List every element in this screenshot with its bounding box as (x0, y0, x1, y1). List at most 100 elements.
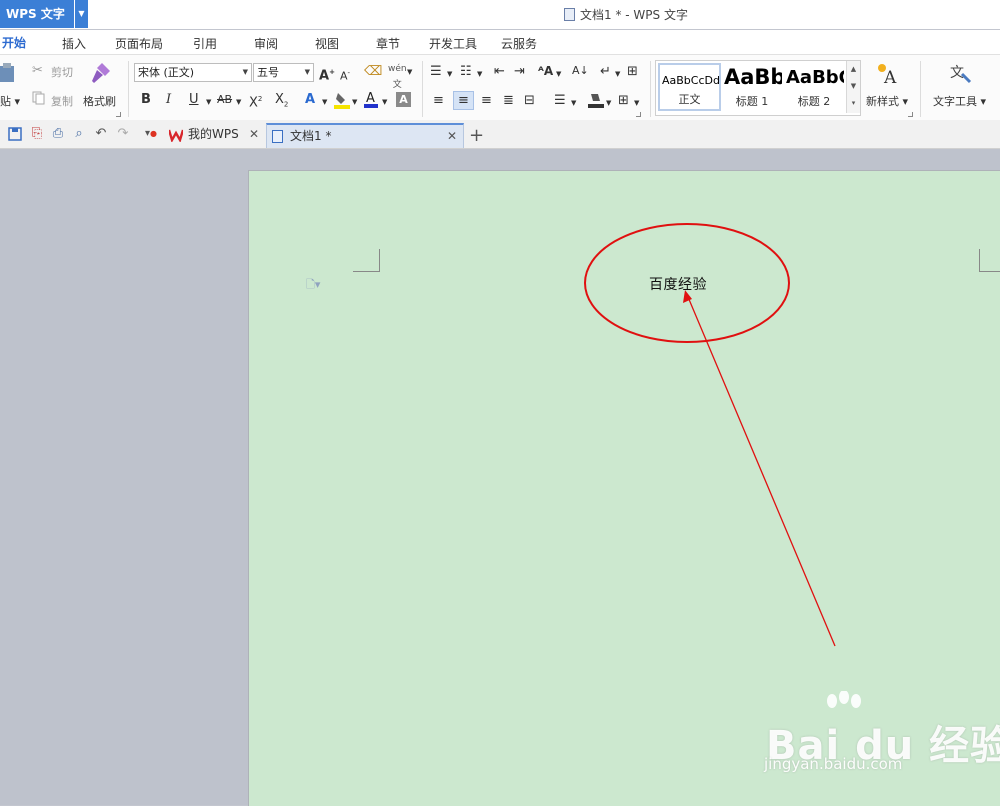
chevron-down-icon[interactable]: ▼ (322, 94, 327, 110)
shrink-font-icon[interactable]: A- (340, 65, 350, 85)
numbered-list-icon[interactable]: ☷ (460, 64, 472, 80)
customize-toolbar-icon[interactable]: ▾● (144, 127, 158, 141)
close-icon[interactable]: ✕ (249, 123, 259, 146)
scissors-icon: ✂ (32, 63, 43, 78)
tab-chapter[interactable]: 章节 (376, 35, 400, 52)
style-heading-2[interactable]: AaBbC 标题 2 (784, 63, 844, 111)
style-normal[interactable]: AaBbCcDd 正文 (658, 63, 721, 111)
copy-button[interactable]: 复制 (51, 93, 73, 109)
bullet-list-icon[interactable]: ☰ (430, 64, 442, 80)
redo-icon[interactable]: ↷ (116, 127, 130, 141)
justify-icon[interactable]: ≣ (503, 93, 514, 109)
app-menu-dropdown-icon[interactable]: ▼ (75, 0, 88, 28)
quick-access-toolbar: ⎘ ⎙ ⌕ ↶ ↷ ▾● 我的WPS ✕ 文档1 * ✕ (0, 120, 1000, 149)
clipboard-dialog-launcher[interactable] (116, 112, 121, 117)
paste-icon[interactable] (0, 63, 18, 83)
undo-icon[interactable]: ↶ (94, 127, 108, 141)
chevron-down-icon[interactable]: ▼ (352, 94, 357, 110)
subscript-icon[interactable]: X2 (275, 92, 288, 113)
font-family-select[interactable]: 宋体 (正文) ▼ (134, 63, 252, 82)
doc-tab-my-wps[interactable]: 我的WPS ✕ (164, 123, 265, 148)
chevron-down-icon[interactable]: ▼ (634, 95, 639, 111)
window-title: 文档1 * - WPS 文字 (564, 6, 688, 23)
align-right-icon[interactable]: ≡ (481, 93, 492, 109)
chevron-down-icon[interactable]: ▼ (447, 66, 452, 82)
chevron-down-icon[interactable]: ▼ (382, 94, 387, 110)
chevron-down-icon[interactable]: ▼ (606, 95, 611, 111)
change-case-icon[interactable]: ᴬA (538, 63, 553, 79)
close-icon[interactable]: ✕ (447, 125, 457, 148)
print-icon[interactable]: ⎙ (51, 127, 65, 141)
phonetic-guide-icon[interactable]: wén 文 (388, 61, 407, 93)
paste-button[interactable]: 贴 ▾ (0, 93, 20, 109)
chevron-down-icon[interactable]: ▼ (206, 94, 211, 110)
highlight-icon[interactable] (334, 91, 350, 109)
strikethrough-icon[interactable]: AB (217, 92, 232, 108)
underline-icon[interactable]: U (189, 92, 199, 108)
styles-dialog-launcher[interactable] (908, 112, 913, 117)
format-painter-icon[interactable] (88, 61, 112, 85)
tab-home[interactable]: 开始 (0, 30, 33, 54)
clear-format-icon[interactable]: ⌫ (364, 64, 382, 80)
chevron-down-icon[interactable]: ▼ (571, 95, 576, 111)
paragraph-dialog-launcher[interactable] (636, 112, 641, 117)
chevron-down-icon[interactable]: ▼ (615, 66, 620, 82)
new-style-icon[interactable]: A (876, 63, 902, 88)
style-gallery-scroll[interactable]: ▲ ▼ ▾ (846, 61, 860, 113)
paragraph-menu-icon[interactable]: 🗋▾ (306, 276, 320, 295)
paragraph-shading-icon[interactable] (588, 91, 604, 109)
export-pdf-icon[interactable]: ⎘ (30, 127, 44, 141)
align-left-icon[interactable]: ≡ (433, 93, 444, 109)
tab-insert[interactable]: 插入 (62, 35, 86, 52)
more-icon[interactable]: ▾ (847, 95, 860, 112)
text-effect-icon[interactable]: A (305, 92, 315, 108)
style-heading-1[interactable]: AaBb 标题 1 (722, 63, 782, 111)
save-icon[interactable] (8, 127, 22, 141)
tab-references[interactable]: 引用 (193, 35, 217, 52)
ribbon: 贴 ▾ ✂ 剪切 复制 格式刷 宋体 (正文) ▼ 五号 ▼ A+ A- ⌫ wén… (0, 54, 1000, 121)
text-tools-icon[interactable]: 文 (950, 62, 972, 84)
new-style-button[interactable]: 新样式 ▾ (866, 93, 908, 109)
chevron-down-icon[interactable]: ▼ (236, 94, 241, 110)
grow-font-icon[interactable]: A+ (319, 64, 335, 84)
document-icon (564, 8, 575, 21)
new-tab-button[interactable]: + (469, 125, 484, 146)
chevron-down-icon[interactable]: ▼ (477, 66, 482, 82)
cut-button[interactable]: 剪切 (51, 64, 73, 80)
tab-review[interactable]: 审阅 (254, 35, 278, 52)
print-preview-icon[interactable]: ⌕ (72, 127, 86, 141)
style-gallery: AaBbCcDd 正文 AaBb 标题 1 AaBbC 标题 2 ▲ ▼ ▾ (655, 60, 861, 116)
chevron-down-icon: ▼ (242, 68, 248, 76)
char-shading-icon[interactable]: A (396, 92, 411, 107)
chevron-down-icon[interactable]: ▼ (407, 64, 412, 80)
increase-indent-icon[interactable]: ⇥ (514, 64, 525, 80)
decrease-indent-icon[interactable]: ⇤ (494, 64, 505, 80)
font-size-select[interactable]: 五号 ▼ (253, 63, 314, 82)
document-text[interactable]: 百度经验 (649, 274, 707, 294)
distribute-icon[interactable]: ⊟ (524, 93, 535, 109)
borders-icon[interactable]: ⊞ (618, 93, 629, 109)
bold-icon[interactable]: B (141, 92, 151, 108)
chevron-down-icon[interactable]: ▼ (847, 78, 860, 95)
italic-icon[interactable]: I (166, 92, 171, 108)
show-marks-icon[interactable]: ↵ (600, 64, 611, 80)
chevron-down-icon[interactable]: ▼ (556, 66, 561, 82)
superscript-icon[interactable]: X2 (249, 91, 262, 111)
tab-page-layout[interactable]: 页面布局 (115, 35, 163, 52)
svg-text:文: 文 (950, 65, 964, 81)
format-painter-button[interactable]: 格式刷 (83, 93, 116, 109)
chevron-up-icon[interactable]: ▲ (847, 61, 860, 78)
document-icon (272, 130, 283, 143)
line-spacing-icon[interactable]: ☰ (554, 93, 566, 109)
tab-developer-tools[interactable]: 开发工具 (429, 35, 477, 52)
font-color-icon[interactable]: A (364, 89, 378, 109)
tab-view[interactable]: 视图 (315, 35, 339, 52)
title-bar: WPS 文字 ▼ 文档1 * - WPS 文字 (0, 0, 1000, 29)
app-menu-button[interactable]: WPS 文字 (0, 0, 74, 28)
tab-cloud-services[interactable]: 云服务 (501, 35, 537, 52)
table-icon[interactable]: ⊞ (627, 64, 638, 80)
doc-tab-document1[interactable]: 文档1 * ✕ (266, 123, 464, 148)
sort-icon[interactable]: A↓ (572, 63, 589, 79)
text-tools-button[interactable]: 文字工具 ▾ (933, 93, 986, 109)
align-center-icon[interactable]: ≡ (453, 91, 474, 110)
